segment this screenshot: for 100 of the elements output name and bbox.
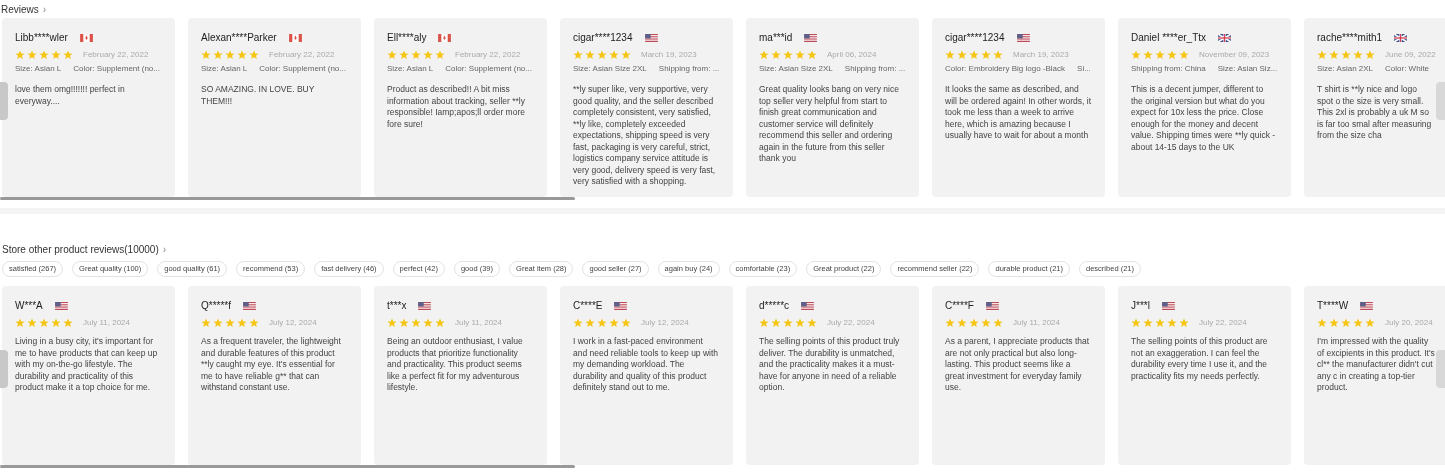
star-icon (945, 318, 955, 328)
scrollbar-thumb[interactable] (0, 465, 575, 468)
star-icon (1365, 318, 1375, 328)
review-date: July 22, 2024 (827, 317, 875, 329)
review-date: April 06, 2024 (827, 49, 877, 61)
star-icon (807, 318, 817, 328)
star-icon (27, 50, 37, 60)
star-icon (1341, 318, 1351, 328)
star-icon (1131, 50, 1141, 60)
star-icon (1155, 318, 1165, 328)
star-icon (435, 318, 445, 328)
review-text: I'm impressed with the quality of excipients in this product. It's cl** the manufacturer didn't cut any c in creating a top-tier product. (1317, 336, 1436, 394)
review-date: July 12, 2024 (641, 317, 689, 329)
reviewer-name: Libb****wler (15, 31, 68, 45)
star-icon (411, 318, 421, 328)
star-icon (573, 318, 583, 328)
star-icon (807, 50, 817, 60)
product-spec: Size: Asian Size 2XL (573, 63, 647, 75)
star-icon (213, 50, 223, 60)
product-spec: Size: Asian L (201, 63, 248, 75)
product-spec: Shipping from: China (1131, 63, 1206, 75)
star-icon (1155, 50, 1165, 60)
star-icon (969, 318, 979, 328)
star-icon (585, 318, 595, 328)
star-icon (1353, 318, 1363, 328)
star-icon (597, 50, 607, 60)
star-icon (27, 318, 37, 328)
review-text: As a frequent traveler, the lightweight and durable features of this product **ly caught my eye. It's essential for me to have reliable g** that can withstand constant use. (201, 336, 342, 394)
star-icon (39, 50, 49, 60)
review-text: It looks the same as described, and will be ordered again! In other words, it took me less than a week to arrive here, which is amazing because I usually have to wait for about a month (945, 84, 1092, 142)
review-text: I work in a fast-paced environment and need reliable tools to keep up with my demanding workload. The durability and quality of this product definitely stand out to me. (573, 336, 720, 394)
review-text: T shirt is **ly nice and logo spot o the size is very small. This 2xl is probably a uk M so is far too smal after measuring from the size cha (1317, 84, 1433, 142)
star-icon (39, 318, 49, 328)
star-icon (399, 318, 409, 328)
review-text: Great quality looks bang on very nice top seller very helpful from start to finish great communication and customer service will definitely recommend this seller and ordering again in the future from this seller thank you (759, 84, 900, 165)
product-spec: Shipping from: ... (844, 63, 906, 75)
star-icon (387, 50, 397, 60)
star-icon (423, 318, 433, 328)
star-icon (213, 318, 223, 328)
star-icon (399, 50, 409, 60)
star-icon (1353, 50, 1363, 60)
review-date: July 12, 2024 (269, 317, 317, 329)
star-icon (1143, 50, 1153, 60)
star-icon (585, 50, 595, 60)
next-button[interactable] (1436, 82, 1445, 120)
star-icon (411, 50, 421, 60)
product-spec: Color: Supplement (no... (445, 63, 532, 75)
reviewer-name: ma***id (759, 31, 793, 45)
star-icon (249, 318, 259, 328)
reviewer-name: J***l (1131, 299, 1150, 313)
reviewer-name: Alexan****Parker (201, 31, 277, 45)
star-icon (63, 318, 73, 328)
star-icon (993, 50, 1003, 60)
star-icon (621, 50, 631, 60)
star-icon (1167, 50, 1177, 60)
product-spec: Color: White (1385, 63, 1430, 75)
star-icon (1329, 318, 1339, 328)
review-date: March 19, 2023 (641, 49, 697, 61)
review-text: The selling points of this product are not an exaggeration. I can feel the durability every time I use it, and the practicality fits my needs perfectly. (1131, 336, 1269, 382)
star-icon (51, 50, 61, 60)
review-text: The selling points of this product truly deliver. The durability is unmatched, and the practicality makes it a must-have for anyone in need of a reliable option. (759, 336, 901, 394)
star-icon (1179, 318, 1189, 328)
star-icon (1317, 50, 1327, 60)
chevron-icon[interactable]: › (42, 1, 47, 17)
review-date: July 11, 2024 (83, 317, 130, 329)
reviewer-name: Daniel ****er_Ttx (1131, 31, 1207, 45)
star-icon (573, 50, 583, 60)
reviewer-name: cigar****1234 (945, 31, 1005, 45)
star-icon (609, 50, 619, 60)
chevron-icon[interactable]: › (162, 241, 167, 257)
star-icon (1143, 318, 1153, 328)
next-button[interactable] (1436, 350, 1445, 388)
product-spec: Size: Asian Siz... (1217, 63, 1278, 75)
review-date: February 22, 2022 (269, 49, 335, 61)
star-icon (387, 318, 397, 328)
scrollbar-thumb[interactable] (0, 197, 575, 200)
section-title[interactable]: Store other product reviews(10000) (2, 241, 159, 257)
reviewer-name: C****F (945, 299, 974, 313)
reviewer-name: T****W (1317, 299, 1349, 313)
review-text: As a parent, I appreciate products that are not only practical but also long-lasting. This product seems like a great investment for everyday family use. (945, 336, 1091, 394)
star-icon (435, 50, 445, 60)
star-icon (795, 50, 805, 60)
section-title[interactable]: Reviews (1, 1, 39, 17)
star-icon (609, 318, 619, 328)
review-date: July 11, 2024 (455, 317, 502, 329)
star-icon (1167, 318, 1177, 328)
reviewer-name: W***A (15, 299, 43, 313)
previous-button[interactable] (0, 350, 8, 388)
review-date: July 22, 2024 (1199, 317, 1247, 329)
review-date: February 22, 2022 (83, 49, 149, 61)
star-icon (1329, 50, 1339, 60)
previous-button[interactable] (0, 82, 8, 120)
star-icon (945, 50, 955, 60)
review-text: **ly super like, very supportive, very good quality, and the seller described completely consistent, very satisfied, **ly like, completely exceeded expectations, shipping speed is very fast, packaging is very careful, strict, logistics company service attitude is very good, delivery speed is very fast, very satisfied with a shopping. (573, 84, 717, 188)
review-text: love them omg!!!!!!! perfect in everyway.... (15, 84, 126, 107)
reviewer-name: d*****c (759, 299, 790, 313)
star-icon (981, 50, 991, 60)
review-text: Living in a busy city, it's important for me to have products that can keep up with my on-the-go lifestyle. The durability and practicality of this product make it a top choice for me. (15, 336, 159, 394)
product-spec: Color: Supplement (no... (259, 63, 346, 75)
star-icon (771, 50, 781, 60)
